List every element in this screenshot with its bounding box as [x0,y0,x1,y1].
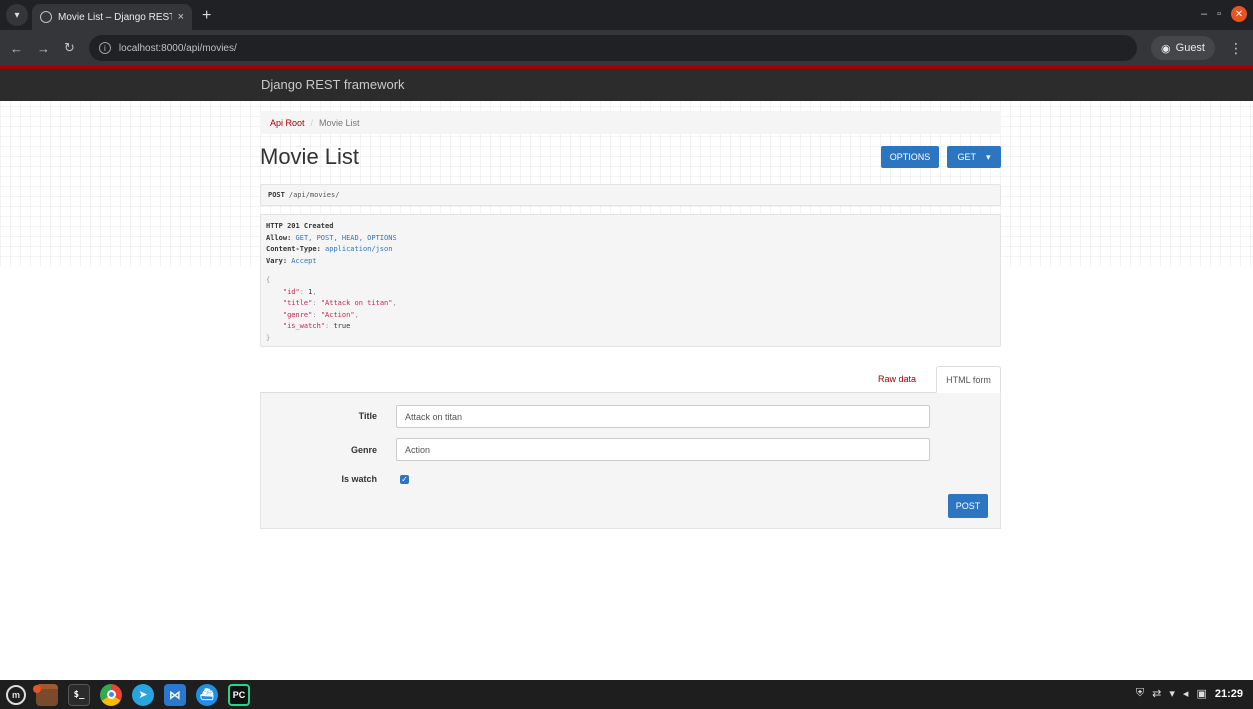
battery-icon[interactable]: ▣ [1196,687,1206,700]
response-header: Allow: GET, POST, HEAD, OPTIONS [266,233,995,245]
files-icon[interactable] [33,683,58,706]
terminal-icon[interactable]: $_ [68,683,90,706]
window-controls: – ▫ ✕ [1201,6,1247,22]
request-method: POST [268,191,285,199]
shield-icon[interactable]: ⛨ [1136,687,1144,700]
wifi-icon[interactable]: ▾ [1169,687,1175,700]
url-text: localhost:8000/api/movies/ [118,42,237,54]
system-tray: ⛨ ⇄ ▾ ◂ ▣ 21:29 [1136,687,1243,700]
json-value: true [333,322,351,330]
header-name: Vary: [266,256,288,265]
clock[interactable]: 21:29 [1215,688,1243,700]
request-info: POST /api/movies/ [260,184,1001,206]
response-info: HTTP 201 Created Allow: GET, POST, HEAD,… [260,214,1001,347]
start-menu-icon[interactable]: m [6,684,26,705]
docker-icon[interactable]: ⛴ [196,683,218,706]
tab-html-form[interactable]: HTML form [936,366,1001,393]
get-button[interactable]: GET ▾ [947,146,1001,168]
profile-icon: ◉ [1161,42,1171,55]
genre-input[interactable]: Action [396,438,930,461]
drf-navbar: Django REST framework [0,66,1253,101]
get-button-label: GET [957,152,976,162]
profile-label: Guest [1175,42,1205,54]
volume-icon[interactable]: ◂ [1183,687,1189,700]
json-key: "genre" [282,310,313,319]
post-button[interactable]: POST [948,494,988,518]
tab-raw-data[interactable]: Raw data [878,374,916,384]
json-key: "id" [282,287,300,296]
caret-down-icon: ▾ [985,151,991,162]
breadcrumb-separator: / [310,117,314,128]
options-button[interactable]: OPTIONS [881,146,939,168]
reload-icon[interactable]: ↻ [64,40,75,56]
json-line: "is_watch": true [282,322,351,330]
breadcrumb-api-root[interactable]: Api Root [270,118,305,128]
json-key: "title" [282,299,313,307]
page-header: Movie List OPTIONS GET ▾ [260,134,1001,184]
page-title: Movie List [260,144,360,169]
header-value: application/json [325,245,393,253]
tab-search-button[interactable]: ▾ [6,4,28,26]
header-name: Allow: [266,233,292,242]
site-info-icon[interactable]: i [98,42,111,54]
back-icon[interactable]: ← [10,41,23,56]
maximize-icon[interactable]: ▫ [1217,8,1221,20]
browser-toolbar: ← → ↻ i localhost:8000/api/movies/ ◉ Gue… [0,30,1253,66]
form-tabs: Raw data HTML form [260,366,1001,393]
header-value: Accept [291,256,317,265]
is-watch-label: Is watch [341,474,377,484]
breadcrumb: Api Root / Movie List [260,111,1001,134]
telegram-icon[interactable]: ➤ [132,683,154,706]
breadcrumb-current: Movie List [319,117,360,128]
html-form: Title Attack on titan Genre Action Is wa… [260,393,1001,529]
close-window-icon[interactable]: ✕ [1231,6,1247,22]
network-icon[interactable]: ⇄ [1152,687,1161,700]
tab-title: Movie List – Django REST fra [58,11,172,23]
header-name: Content-Type: [266,245,321,253]
globe-icon [40,11,52,23]
profile-button[interactable]: ◉ Guest [1151,36,1215,60]
json-key: "is_watch" [282,322,326,330]
json-line: "genre": "Action", [282,310,359,319]
is-watch-checkbox[interactable]: ✓ [400,475,409,484]
json-line: "id": 1, [282,287,317,296]
json-line: "title": "Attack on titan", [282,299,397,307]
browser-tab-bar: ▾ Movie List – Django REST fra × + – ▫ ✕ [0,0,1253,30]
browser-menu-icon[interactable]: ⋮ [1229,40,1243,57]
header-value: GET, POST, HEAD, OPTIONS [295,233,397,242]
response-header: Vary: Accept [266,256,995,268]
json-close-brace: } [266,333,271,342]
page-viewport: Django REST framework Api Root / Movie L… [0,66,1253,680]
new-tab-button[interactable]: + [202,7,211,25]
json-value: "Action" [320,310,355,319]
navbar-brand[interactable]: Django REST framework [261,77,405,92]
vscode-icon[interactable]: ⋈ [164,683,186,706]
forward-icon[interactable]: → [37,41,50,56]
pycharm-icon[interactable]: PC [228,683,250,706]
chrome-icon[interactable] [100,683,122,706]
title-input[interactable]: Attack on titan [396,405,930,428]
title-label: Title [358,411,377,421]
browser-tab[interactable]: Movie List – Django REST fra × [32,4,192,30]
address-bar[interactable]: i localhost:8000/api/movies/ [88,35,1138,61]
tab-close-icon[interactable]: × [178,11,184,23]
content-container: Api Root / Movie List Movie List OPTIONS… [260,111,1001,529]
request-path: /api/movies/ [288,191,340,199]
minimize-icon[interactable]: – [1201,8,1207,20]
response-header: Content-Type: application/json [266,244,995,256]
os-taskbar: m $_ ➤ ⋈ ⛴ PC ⛨ ⇄ ▾ ◂ ▣ 21:29 [0,680,1253,709]
json-open-brace: { [266,276,271,284]
genre-label: Genre [350,445,377,455]
response-status: HTTP 201 Created [266,222,334,230]
json-value: "Attack on titan" [320,299,393,307]
